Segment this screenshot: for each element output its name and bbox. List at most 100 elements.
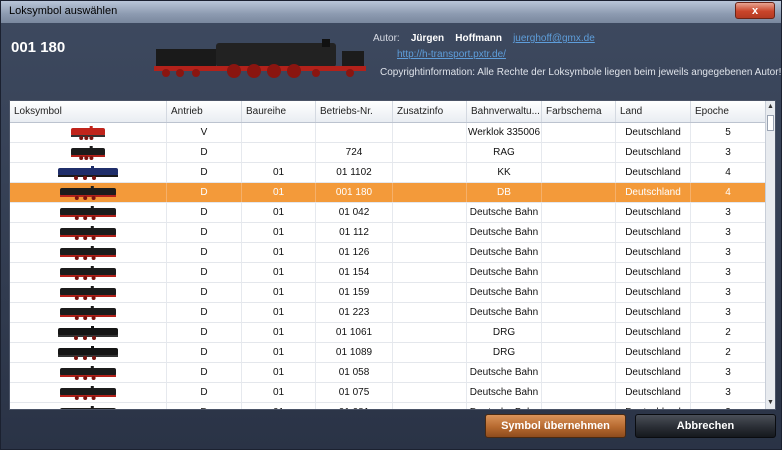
copyright-info: Copyrightinformation: Alle Rechte der Lo…	[380, 67, 782, 78]
baureihe-cell: 01	[242, 203, 316, 222]
table-row[interactable]: D 01 01 042 Deutsche Bahn Deutschland 3	[10, 203, 766, 223]
steam-loco-icon	[60, 246, 116, 260]
antrieb-cell: D	[167, 183, 242, 202]
col-antrieb-header[interactable]: Antrieb	[167, 101, 242, 122]
epoche-cell: 3	[691, 203, 766, 222]
blue-streamlined-loco-icon	[58, 166, 118, 180]
close-button[interactable]: x	[735, 2, 775, 19]
table-row[interactable]: D 724 RAG Deutschland 3	[10, 143, 766, 163]
betriebs-nr-cell: 01 112	[316, 223, 393, 242]
table-row[interactable]: D 01 01 1061 DRG Deutschland 2	[10, 323, 766, 343]
zusatzinfo-cell	[393, 343, 467, 362]
loksymbol-cell	[10, 183, 167, 202]
col-land-header[interactable]: Land	[616, 101, 691, 122]
land-cell: Deutschland	[616, 143, 691, 162]
farbschema-cell	[542, 123, 616, 142]
land-cell: Deutschland	[616, 243, 691, 262]
col-epoche-header[interactable]: Epoche	[691, 101, 766, 122]
epoche-cell: 3	[691, 303, 766, 322]
table-row[interactable]: D 01 01 223 Deutsche Bahn Deutschland 3	[10, 303, 766, 323]
land-cell: Deutschland	[616, 123, 691, 142]
land-cell: Deutschland	[616, 383, 691, 402]
author-url-link[interactable]: http://h-transport.pxtr.de/	[397, 49, 506, 60]
baureihe-cell: 01	[242, 403, 316, 409]
table-row[interactable]: D 01 01 154 Deutsche Bahn Deutschland 3	[10, 263, 766, 283]
zusatzinfo-cell	[393, 303, 467, 322]
epoche-cell: 3	[691, 403, 766, 409]
antrieb-cell: D	[167, 263, 242, 282]
bahnverwaltung-cell: DRG	[467, 323, 542, 342]
betriebs-nr-cell: 01 042	[316, 203, 393, 222]
bahnverwaltung-cell: Deutsche Bahn	[467, 243, 542, 262]
title-bar[interactable]: Loksymbol auswählen x	[1, 1, 781, 23]
table-row[interactable]: D 01 01 159 Deutsche Bahn Deutschland 3	[10, 283, 766, 303]
farbschema-cell	[542, 383, 616, 402]
antrieb-cell: D	[167, 383, 242, 402]
loksymbol-cell	[10, 283, 167, 302]
epoche-cell: 3	[691, 283, 766, 302]
dialog-window: Loksymbol auswählen x 001 180 Autor: Jür…	[0, 0, 782, 450]
baureihe-cell	[242, 143, 316, 162]
farbschema-cell	[542, 203, 616, 222]
table-row-selected[interactable]: D 01 001 180 DB Deutschland 4	[10, 183, 766, 203]
cancel-button[interactable]: Abbrechen	[635, 414, 776, 438]
zusatzinfo-cell	[393, 263, 467, 282]
land-cell: Deutschland	[616, 363, 691, 382]
zusatzinfo-cell	[393, 243, 467, 262]
farbschema-cell	[542, 143, 616, 162]
epoche-cell: 2	[691, 343, 766, 362]
epoche-cell: 3	[691, 263, 766, 282]
apply-symbol-button[interactable]: Symbol übernehmen	[485, 414, 626, 438]
bahnverwaltung-cell: DRG	[467, 343, 542, 362]
land-cell: Deutschland	[616, 203, 691, 222]
table-row[interactable]: V Werklok 335006 Deutschland 5	[10, 123, 766, 143]
antrieb-cell: D	[167, 303, 242, 322]
author-email-link[interactable]: juerghoff@gmx.de	[513, 33, 595, 44]
antrieb-cell: D	[167, 403, 242, 409]
small-steam-loco-icon	[71, 146, 105, 160]
loco-symbol-table[interactable]: Loksymbol Antrieb Baureihe Betriebs-Nr. Zusa…	[9, 100, 776, 410]
col-bahnverwaltung-header[interactable]: Bahnverwaltu...	[467, 101, 542, 122]
antrieb-cell: D	[167, 163, 242, 182]
col-betriebs-nr-header[interactable]: Betriebs-Nr.	[316, 101, 393, 122]
table-row[interactable]: D 01 01 112 Deutsche Bahn Deutschland 3	[10, 223, 766, 243]
loksymbol-cell	[10, 123, 167, 142]
scroll-up-icon[interactable]: ▲	[766, 102, 775, 112]
table-row[interactable]: D0101 081 Deutsche Bahn Deutschland3	[10, 403, 766, 409]
antrieb-cell: D	[167, 363, 242, 382]
loksymbol-cell	[10, 203, 167, 222]
epoche-cell: 2	[691, 323, 766, 342]
zusatzinfo-cell	[393, 223, 467, 242]
table-row[interactable]: D 01 01 1102 KK Deutschland 4	[10, 163, 766, 183]
steam-loco-icon	[60, 306, 116, 320]
farbschema-cell	[542, 183, 616, 202]
red-diesel-loco-icon	[71, 126, 105, 140]
baureihe-cell: 01	[242, 303, 316, 322]
farbschema-cell	[542, 163, 616, 182]
author-line: Autor: Jürgen Hoffmann juerghoff@gmx.de	[373, 33, 595, 44]
author-label: Autor:	[373, 33, 400, 44]
baureihe-cell: 01	[242, 323, 316, 342]
baureihe-cell: 01	[242, 243, 316, 262]
baureihe-cell: 01	[242, 183, 316, 202]
vertical-scrollbar[interactable]: ▲ ▼	[765, 101, 775, 409]
col-farbschema-header[interactable]: Farbschema	[542, 101, 616, 122]
author-last-name: Hoffmann	[455, 33, 502, 44]
table-row[interactable]: D 01 01 075 Deutsche Bahn Deutschland 3	[10, 383, 766, 403]
bahnverwaltung-cell: Deutsche Bahn	[467, 283, 542, 302]
betriebs-nr-cell: 01 159	[316, 283, 393, 302]
table-row[interactable]: D 01 01 058 Deutsche Bahn Deutschland 3	[10, 363, 766, 383]
epoche-cell: 3	[691, 363, 766, 382]
land-cell: Deutschland	[616, 183, 691, 202]
table-row[interactable]: D 01 01 126 Deutsche Bahn Deutschland 3	[10, 243, 766, 263]
table-row[interactable]: D 01 01 1089 DRG Deutschland 2	[10, 343, 766, 363]
antrieb-cell: D	[167, 323, 242, 342]
epoche-cell: 5	[691, 123, 766, 142]
col-loksymbol-header[interactable]: Loksymbol	[10, 101, 167, 122]
land-cell: Deutschland	[616, 223, 691, 242]
col-baureihe-header[interactable]: Baureihe	[242, 101, 316, 122]
scroll-down-icon[interactable]: ▼	[766, 398, 775, 408]
scrollbar-thumb[interactable]	[767, 115, 774, 131]
betriebs-nr-cell: 001 180	[316, 183, 393, 202]
col-zusatzinfo-header[interactable]: Zusatzinfo	[393, 101, 467, 122]
